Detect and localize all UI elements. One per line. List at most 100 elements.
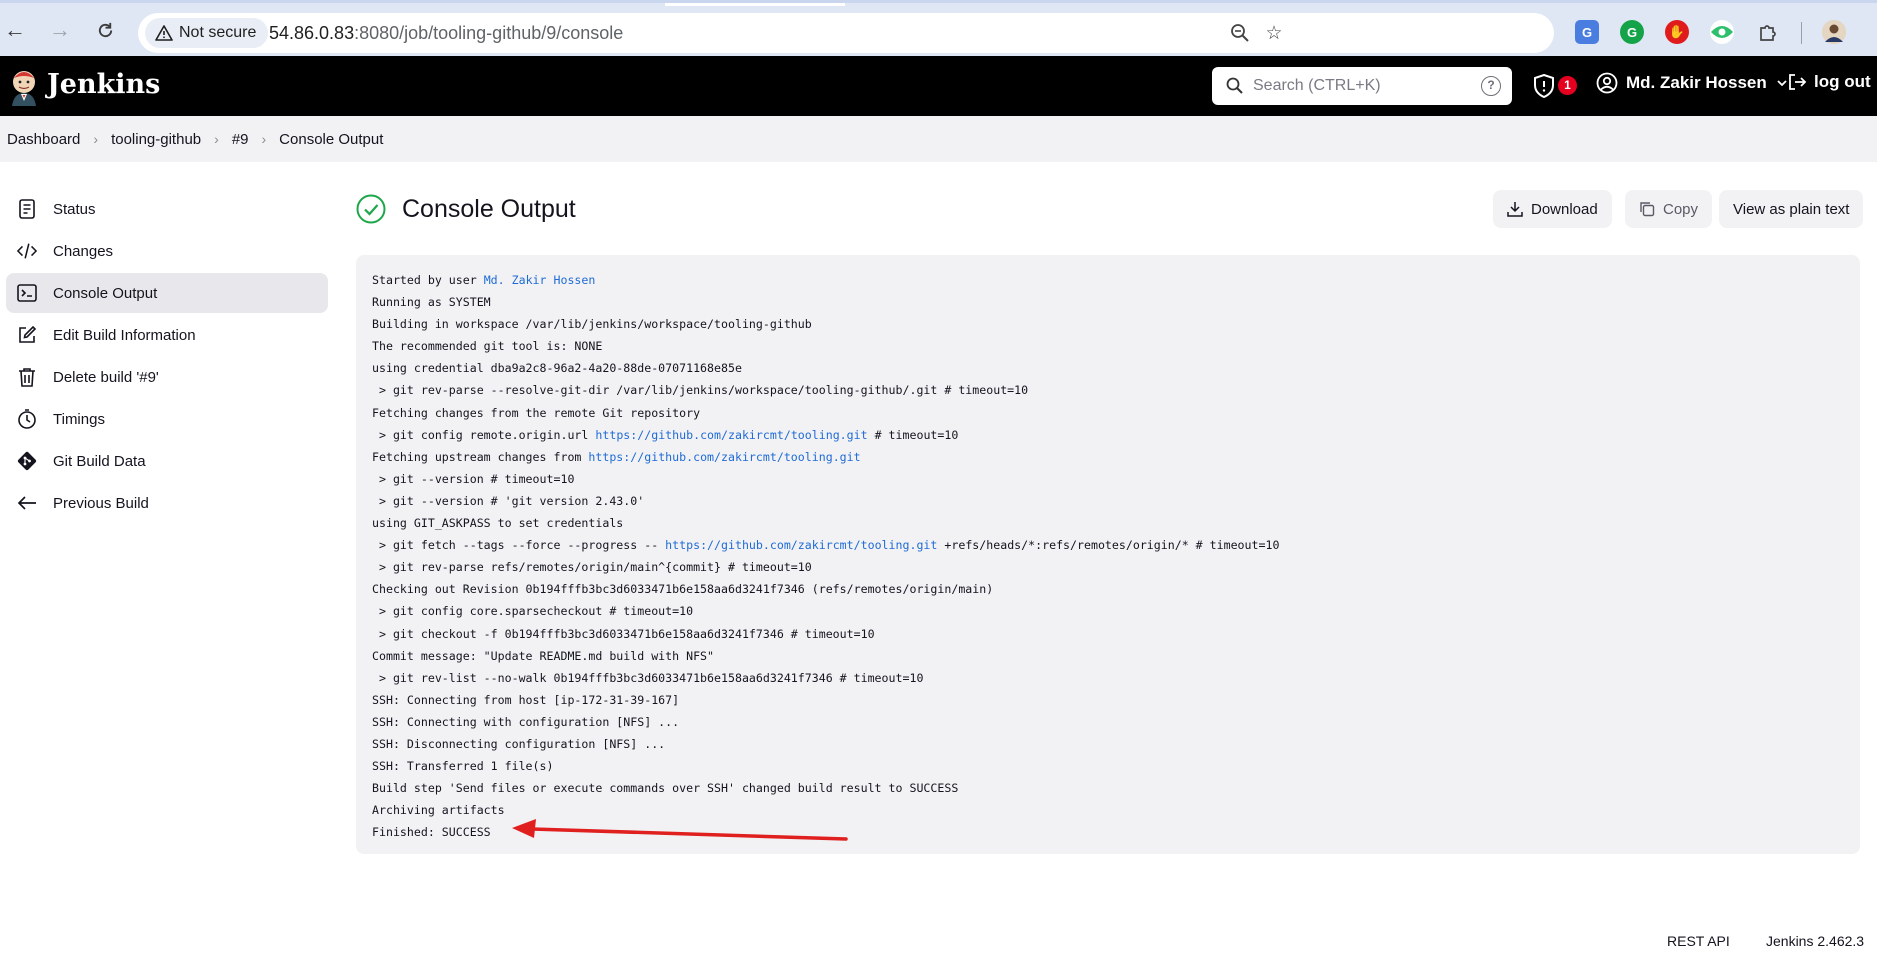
download-icon bbox=[1507, 202, 1523, 217]
security-shield-icon[interactable] bbox=[1533, 74, 1555, 98]
sidebar-item-label: Console Output bbox=[53, 284, 158, 302]
view-as-plain-text-button[interactable]: View as plain text bbox=[1719, 190, 1864, 228]
url-host: 54.86.0.83 bbox=[269, 23, 355, 43]
console-text: SSH: Disconnecting configuration [NFS] .… bbox=[372, 736, 666, 751]
console-line: SSH: Disconnecting configuration [NFS] .… bbox=[372, 737, 665, 751]
sidebar-item-delete-build[interactable]: Delete build '#9' bbox=[6, 357, 328, 397]
sidebar-item-changes[interactable]: Changes bbox=[6, 231, 328, 271]
copy-button[interactable]: Copy bbox=[1625, 190, 1713, 228]
console-line: Checking out Revision 0b194fffb3bc3d6033… bbox=[372, 582, 993, 596]
jenkins-header: Jenkins Search (CTRL+K) ? 1 Md. Zakir Ho… bbox=[0, 56, 1877, 116]
download-button[interactable]: Download bbox=[1493, 190, 1612, 228]
console-line: Archiving artifacts bbox=[372, 803, 505, 817]
page-header: Console Output bbox=[356, 192, 576, 226]
eye-extension-icon[interactable] bbox=[1710, 20, 1734, 44]
rest-api-link[interactable]: REST API bbox=[1667, 933, 1730, 949]
breadcrumb-job[interactable]: tooling-github bbox=[111, 131, 201, 148]
sidebar-item-edit-build-information[interactable]: Edit Build Information bbox=[6, 315, 328, 355]
help-icon[interactable]: ? bbox=[1481, 76, 1501, 96]
sidebar-item-label: Previous Build bbox=[53, 494, 149, 512]
user-menu[interactable]: Md. Zakir Hossen bbox=[1596, 72, 1789, 94]
adblock-extension-icon[interactable]: ✋ bbox=[1665, 20, 1689, 44]
active-tab-indicator bbox=[665, 3, 845, 6]
extensions-puzzle-icon[interactable] bbox=[1755, 20, 1779, 44]
console-text: Finished: SUCCESS bbox=[372, 825, 491, 840]
console-text: > git fetch --tags --force --progress -- bbox=[372, 538, 666, 553]
console-line: > git config core.sparsecheckout # timeo… bbox=[372, 604, 693, 618]
address-bar[interactable]: Not secure 54.86.0.83:8080/job/tooling-g… bbox=[138, 13, 1554, 53]
console-link[interactable]: Md. Zakir Hossen bbox=[484, 273, 596, 287]
sidebar-item-label: Status bbox=[53, 200, 96, 218]
toolbar-divider bbox=[1801, 22, 1802, 44]
console-text: > git --version # 'git version 2.43.0' bbox=[372, 493, 645, 508]
bookmark-star-icon[interactable]: ☆ bbox=[1263, 22, 1285, 44]
search-placeholder: Search (CTRL+K) bbox=[1253, 77, 1381, 94]
jenkins-butler-logo-icon[interactable] bbox=[6, 68, 42, 106]
console-text: using GIT_ASKPASS to set credentials bbox=[372, 516, 624, 531]
git-icon bbox=[17, 451, 37, 471]
reload-button[interactable] bbox=[92, 17, 118, 43]
app-title[interactable]: Jenkins bbox=[47, 69, 160, 100]
url-text[interactable]: 54.86.0.83:8080/job/tooling-github/9/con… bbox=[269, 23, 623, 44]
console-line: > git config remote.origin.url https://g… bbox=[372, 428, 958, 442]
console-line: Building in workspace /var/lib/jenkins/w… bbox=[372, 317, 812, 331]
clock-icon bbox=[17, 409, 37, 429]
console-text: # timeout=10 bbox=[867, 427, 959, 442]
user-name: Md. Zakir Hossen bbox=[1626, 73, 1767, 92]
console-link[interactable]: https://github.com/zakircmt/tooling.git bbox=[595, 428, 867, 442]
document-icon bbox=[17, 199, 37, 219]
console-log: Started by user Md. Zakir Hossen Running… bbox=[372, 269, 1844, 843]
console-text: > git rev-parse refs/remotes/origin/main… bbox=[372, 560, 812, 575]
security-label: Not secure bbox=[179, 24, 257, 41]
console-text: Build step 'Send files or execute comman… bbox=[372, 781, 959, 796]
console-text: Archiving artifacts bbox=[372, 803, 505, 818]
console-text: > git config remote.origin.url bbox=[372, 427, 596, 442]
warning-icon bbox=[155, 25, 173, 41]
grammarly-extension-icon[interactable]: G bbox=[1620, 20, 1644, 44]
sidebar-item-timings[interactable]: Timings bbox=[6, 399, 328, 439]
breadcrumb-dashboard[interactable]: Dashboard bbox=[7, 131, 80, 148]
back-button[interactable]: ← bbox=[2, 17, 28, 43]
console-text: > git rev-list --no-walk 0b194fffb3bc3d6… bbox=[372, 670, 924, 685]
sidebar-item-status[interactable]: Status bbox=[6, 189, 328, 229]
forward-button[interactable]: → bbox=[47, 17, 73, 43]
sidebar-item-git-build-data[interactable]: Git Build Data bbox=[6, 441, 328, 481]
console-text: SSH: Connecting with configuration [NFS]… bbox=[372, 714, 680, 729]
console-output-panel: Started by user Md. Zakir Hossen Running… bbox=[356, 255, 1860, 854]
sidebar-item-label: Delete build '#9' bbox=[53, 368, 159, 386]
console-line: SSH: Transferred 1 file(s) bbox=[372, 759, 553, 773]
console-link[interactable]: https://github.com/zakircmt/tooling.git bbox=[665, 538, 937, 552]
console-text: Commit message: "Update README.md build … bbox=[372, 648, 715, 663]
sidebar-item-label: Changes bbox=[53, 242, 114, 260]
logout-icon bbox=[1789, 74, 1807, 90]
alerts-count-badge[interactable]: 1 bbox=[1558, 76, 1577, 95]
page-title: Console Output bbox=[402, 194, 576, 223]
console-text: Fetching changes from the remote Git rep… bbox=[372, 405, 701, 420]
console-line: > git --version # 'git version 2.43.0' bbox=[372, 494, 644, 508]
console-line: > git rev-parse refs/remotes/origin/main… bbox=[372, 560, 812, 574]
console-text: +refs/heads/*:refs/remotes/origin/* # ti… bbox=[937, 538, 1280, 553]
console-link[interactable]: https://github.com/zakircmt/tooling.git bbox=[588, 450, 860, 464]
translate-extension-icon[interactable]: G bbox=[1575, 20, 1599, 44]
jenkins-version-link[interactable]: Jenkins 2.462.3 bbox=[1766, 933, 1864, 949]
security-indicator[interactable]: Not secure bbox=[145, 18, 269, 48]
console-text: Started by user bbox=[372, 273, 484, 287]
profile-avatar-icon[interactable] bbox=[1822, 20, 1846, 44]
console-text: > git config core.sparsecheckout # timeo… bbox=[372, 604, 694, 619]
plain-text-label: View as plain text bbox=[1733, 200, 1850, 218]
breadcrumb-build[interactable]: #9 bbox=[232, 131, 249, 148]
console-line: > git checkout -f 0b194fffb3bc3d6033471b… bbox=[372, 627, 875, 641]
browser-toolbar: ← → Not secure 54.86.0.83:8080/job/tooli… bbox=[0, 0, 1877, 56]
annotation-arrow-icon bbox=[512, 819, 848, 841]
trash-icon bbox=[17, 367, 37, 387]
sidebar-item-console-output[interactable]: Console Output bbox=[6, 273, 328, 313]
zoom-icon[interactable] bbox=[1229, 22, 1251, 44]
breadcrumb-console-output[interactable]: Console Output bbox=[279, 131, 383, 148]
sidebar-item-previous-build[interactable]: Previous Build bbox=[6, 483, 328, 523]
search-box[interactable]: Search (CTRL+K) ? bbox=[1212, 67, 1512, 105]
sidebar: Status Changes Console Output Edit Build… bbox=[6, 189, 328, 525]
logout-link[interactable]: log out bbox=[1787, 72, 1871, 92]
console-line: Commit message: "Update README.md build … bbox=[372, 649, 714, 663]
console-line: using GIT_ASKPASS to set credentials bbox=[372, 516, 623, 530]
sidebar-item-label: Git Build Data bbox=[53, 452, 146, 470]
